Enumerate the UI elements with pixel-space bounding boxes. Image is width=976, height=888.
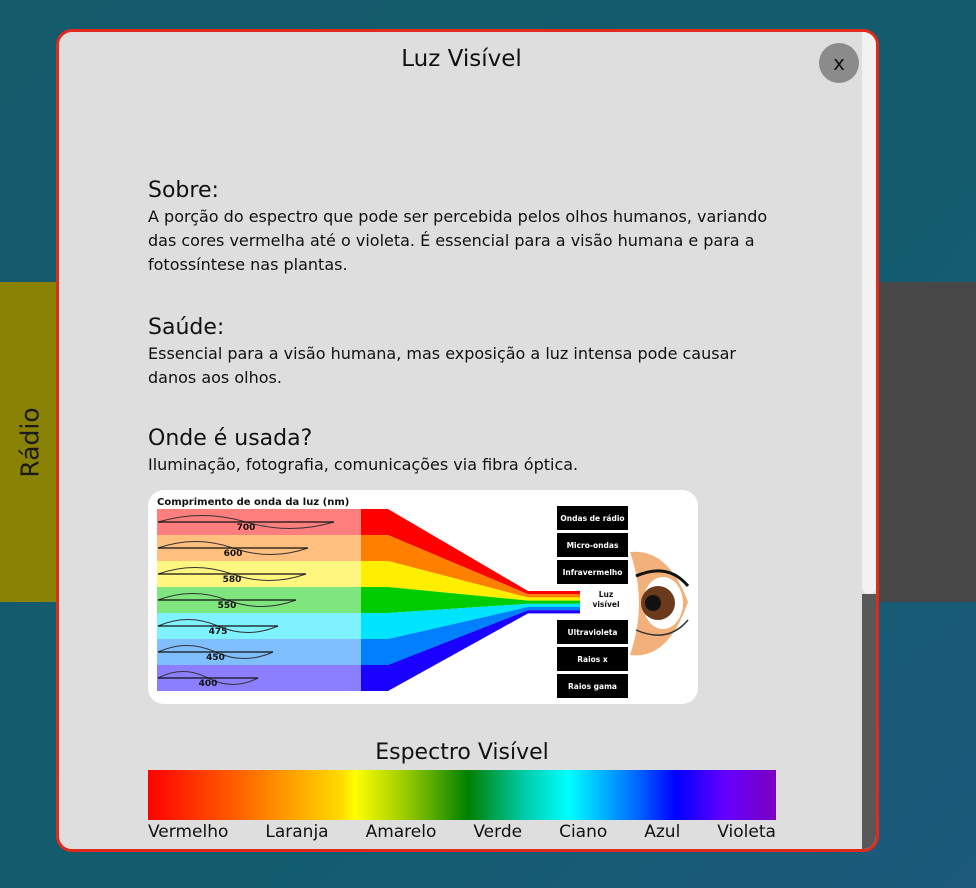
diagram-wavelength-label: 450 bbox=[206, 653, 225, 663]
diagram-light-beam bbox=[528, 594, 580, 598]
spectrum-label-red: Vermelho bbox=[148, 822, 229, 842]
section-health-heading: Saúde: bbox=[148, 315, 225, 340]
section-about-heading: Sobre: bbox=[148, 178, 219, 203]
wavelength-diagram-image: Comprimento de onda da luz (nm) 700 600 58… bbox=[148, 490, 698, 704]
spectrum-label-orange: Laranja bbox=[265, 822, 329, 842]
diagram-light-beam bbox=[528, 603, 580, 607]
diagram-wavelength-label: 400 bbox=[199, 679, 218, 689]
spectrum-label-yellow: Amarelo bbox=[365, 822, 437, 842]
background-card-left-label: Rádio bbox=[15, 406, 45, 478]
diagram-spectrum-box-label: Raios x bbox=[577, 655, 608, 664]
visible-spectrum-bar bbox=[148, 770, 776, 820]
diagram-light-beam bbox=[528, 607, 580, 611]
diagram-band-solid bbox=[361, 639, 388, 665]
wavelength-diagram-svg: Comprimento de onda da luz (nm) 700 600 58… bbox=[157, 497, 690, 698]
background-card-left-label-wrap: Rádio bbox=[0, 282, 60, 602]
section-health-text: Essencial para a visão humana, mas expos… bbox=[148, 344, 736, 387]
diagram-band-solid bbox=[361, 509, 388, 535]
spectrum-label-green: Verde bbox=[473, 822, 523, 842]
section-about: Sobre: A porção do espectro que pode ser… bbox=[148, 178, 788, 277]
modal-scrollbar-thumb[interactable] bbox=[862, 32, 876, 594]
spectrum-label-blue: Azul bbox=[644, 822, 681, 842]
diagram-light-beam bbox=[528, 597, 580, 601]
diagram-spectrum-box-label: Ondas de rádio bbox=[560, 514, 624, 523]
info-modal: Luz Visível x Sobre: A porção do espectr… bbox=[56, 29, 879, 852]
spectrum-labels: Vermelho Laranja Amarelo Verde Ciano Azu… bbox=[148, 822, 776, 842]
diagram-title: Comprimento de onda da luz (nm) bbox=[157, 497, 349, 508]
modal-scrollbar-track-lower[interactable] bbox=[862, 594, 876, 849]
diagram-visible-light-label: Luz bbox=[599, 590, 613, 599]
section-uses-text: Iluminação, fotografia, comunicações via… bbox=[148, 455, 579, 474]
diagram-wavelength-label: 700 bbox=[237, 523, 256, 533]
section-uses: Onde é usada? Iluminação, fotografia, co… bbox=[148, 426, 788, 477]
diagram-light-beam bbox=[528, 610, 580, 614]
diagram-light-beam bbox=[528, 600, 580, 604]
spectrum-label-cyan: Ciano bbox=[559, 822, 608, 842]
diagram-wavelength-label: 550 bbox=[218, 601, 237, 611]
eye-icon bbox=[630, 551, 690, 656]
diagram-spectrum-box-label: Infravermelho bbox=[563, 568, 623, 577]
spectrum-label-violet: Violeta bbox=[717, 822, 776, 842]
diagram-wavelength-label: 600 bbox=[224, 549, 243, 559]
section-health: Saúde: Essencial para a visão humana, ma… bbox=[148, 315, 788, 390]
diagram-band-solid bbox=[361, 535, 388, 561]
modal-title: Luz Visível bbox=[401, 46, 522, 72]
section-uses-heading: Onde é usada? bbox=[148, 426, 313, 451]
diagram-band-solid bbox=[361, 587, 388, 613]
section-about-text: A porção do espectro que pode ser perceb… bbox=[148, 207, 768, 274]
diagram-band-solid bbox=[361, 613, 388, 639]
diagram-wavelength-label: 580 bbox=[223, 575, 242, 585]
diagram-light-beam bbox=[528, 591, 580, 595]
diagram-wavelength-label: 475 bbox=[209, 627, 228, 637]
diagram-spectrum-box-label: Ultravioleta bbox=[568, 628, 618, 637]
diagram-spectrum-box-label: Raios gama bbox=[568, 682, 617, 691]
close-button[interactable]: x bbox=[819, 43, 859, 83]
spectrum-title: Espectro Visível bbox=[375, 740, 549, 765]
diagram-band-solid bbox=[361, 665, 388, 691]
background-card-right[interactable] bbox=[878, 282, 976, 602]
diagram-visible-light-label: visível bbox=[592, 600, 619, 609]
diagram-band-solid bbox=[361, 561, 388, 587]
diagram-spectrum-box-label: Micro-ondas bbox=[567, 541, 619, 550]
